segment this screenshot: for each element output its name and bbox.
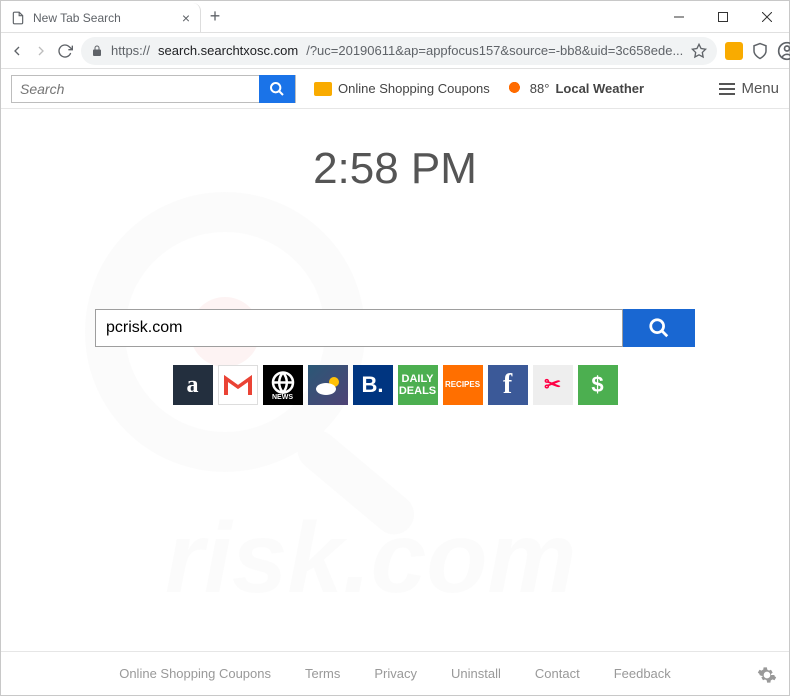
weather-temp: 88°	[530, 81, 550, 96]
new-tab-button[interactable]: +	[201, 1, 229, 32]
tab-close-icon[interactable]: ×	[182, 10, 190, 26]
window-controls	[657, 1, 789, 32]
folder-icon	[314, 82, 332, 96]
tile-deals[interactable]: DAILY DEALS	[398, 365, 438, 405]
page-menu-button[interactable]: Menu	[719, 80, 779, 97]
shield-icon[interactable]	[751, 39, 769, 63]
main-search-input[interactable]	[95, 309, 623, 347]
coupons-label: Online Shopping Coupons	[338, 81, 490, 96]
url-input[interactable]: https:// search.searchtxosc.com /?uc=20190…	[81, 37, 717, 65]
tile-recipes[interactable]: RECIPES	[443, 365, 483, 405]
extension-icon[interactable]	[725, 39, 743, 63]
settings-gear-icon[interactable]	[757, 665, 777, 685]
close-window-button[interactable]	[745, 1, 789, 32]
url-host: search.searchtxosc.com	[158, 43, 298, 58]
page-footer: Online Shopping Coupons Terms Privacy Un…	[1, 651, 789, 695]
weather-label: Local Weather	[555, 81, 644, 96]
hamburger-icon	[719, 83, 735, 95]
mini-search-input[interactable]	[12, 81, 259, 97]
tile-booking[interactable]: B.	[353, 365, 393, 405]
file-icon	[11, 11, 25, 25]
footer-link-contact[interactable]: Contact	[535, 666, 580, 681]
page-topbar: Online Shopping Coupons 88° Local Weathe…	[1, 69, 789, 109]
svg-text:risk.com: risk.com	[165, 502, 576, 614]
coupons-link[interactable]: Online Shopping Coupons	[314, 81, 490, 96]
weather-link[interactable]: 88° Local Weather	[508, 81, 644, 97]
search-icon	[269, 81, 285, 97]
footer-link-coupons[interactable]: Online Shopping Coupons	[119, 666, 271, 681]
mini-search-button[interactable]	[259, 75, 295, 103]
clock: 2:58 PM	[1, 144, 789, 194]
main-search-button[interactable]	[623, 309, 695, 347]
footer-link-privacy[interactable]: Privacy	[374, 666, 417, 681]
lock-icon	[91, 45, 103, 57]
menu-label: Menu	[741, 80, 779, 97]
footer-link-feedback[interactable]: Feedback	[614, 666, 671, 681]
mini-search	[11, 75, 296, 103]
footer-link-terms[interactable]: Terms	[305, 666, 340, 681]
bookmark-star-icon[interactable]	[691, 43, 707, 59]
cloud-icon	[314, 375, 342, 395]
back-button[interactable]	[9, 39, 25, 63]
tile-money[interactable]: $	[578, 365, 618, 405]
tab-title: New Tab Search	[33, 11, 174, 25]
tile-facebook[interactable]: f	[488, 365, 528, 405]
tile-gmail[interactable]	[218, 365, 258, 405]
tile-amazon[interactable]: a	[173, 365, 213, 405]
scissors-icon: ✂	[544, 374, 561, 396]
main-search	[95, 309, 695, 347]
url-path: /?uc=20190611&ap=appfocus157&source=-bb8…	[306, 43, 683, 58]
sun-icon	[508, 81, 524, 97]
reload-button[interactable]	[57, 39, 73, 63]
footer-link-uninstall[interactable]: Uninstall	[451, 666, 501, 681]
search-icon	[648, 317, 670, 339]
address-bar: https:// search.searchtxosc.com /?uc=20190…	[1, 33, 789, 69]
gmail-icon	[224, 375, 252, 395]
browser-tab[interactable]: New Tab Search ×	[1, 3, 201, 32]
tile-weather[interactable]	[308, 365, 348, 405]
forward-button[interactable]	[33, 39, 49, 63]
tile-coupons[interactable]: ✂	[533, 365, 573, 405]
maximize-button[interactable]	[701, 1, 745, 32]
url-scheme: https://	[111, 43, 150, 58]
tile-news[interactable]: NEWS	[263, 365, 303, 405]
profile-icon[interactable]	[777, 39, 790, 63]
browser-titlebar: New Tab Search × +	[1, 1, 789, 33]
quick-tiles: a NEWS B. DAILY DEALS RECIPES f ✂ $	[1, 365, 789, 405]
minimize-button[interactable]	[657, 1, 701, 32]
page-content: risk.com Online Shopping Coupons 88° Loc…	[1, 69, 789, 695]
